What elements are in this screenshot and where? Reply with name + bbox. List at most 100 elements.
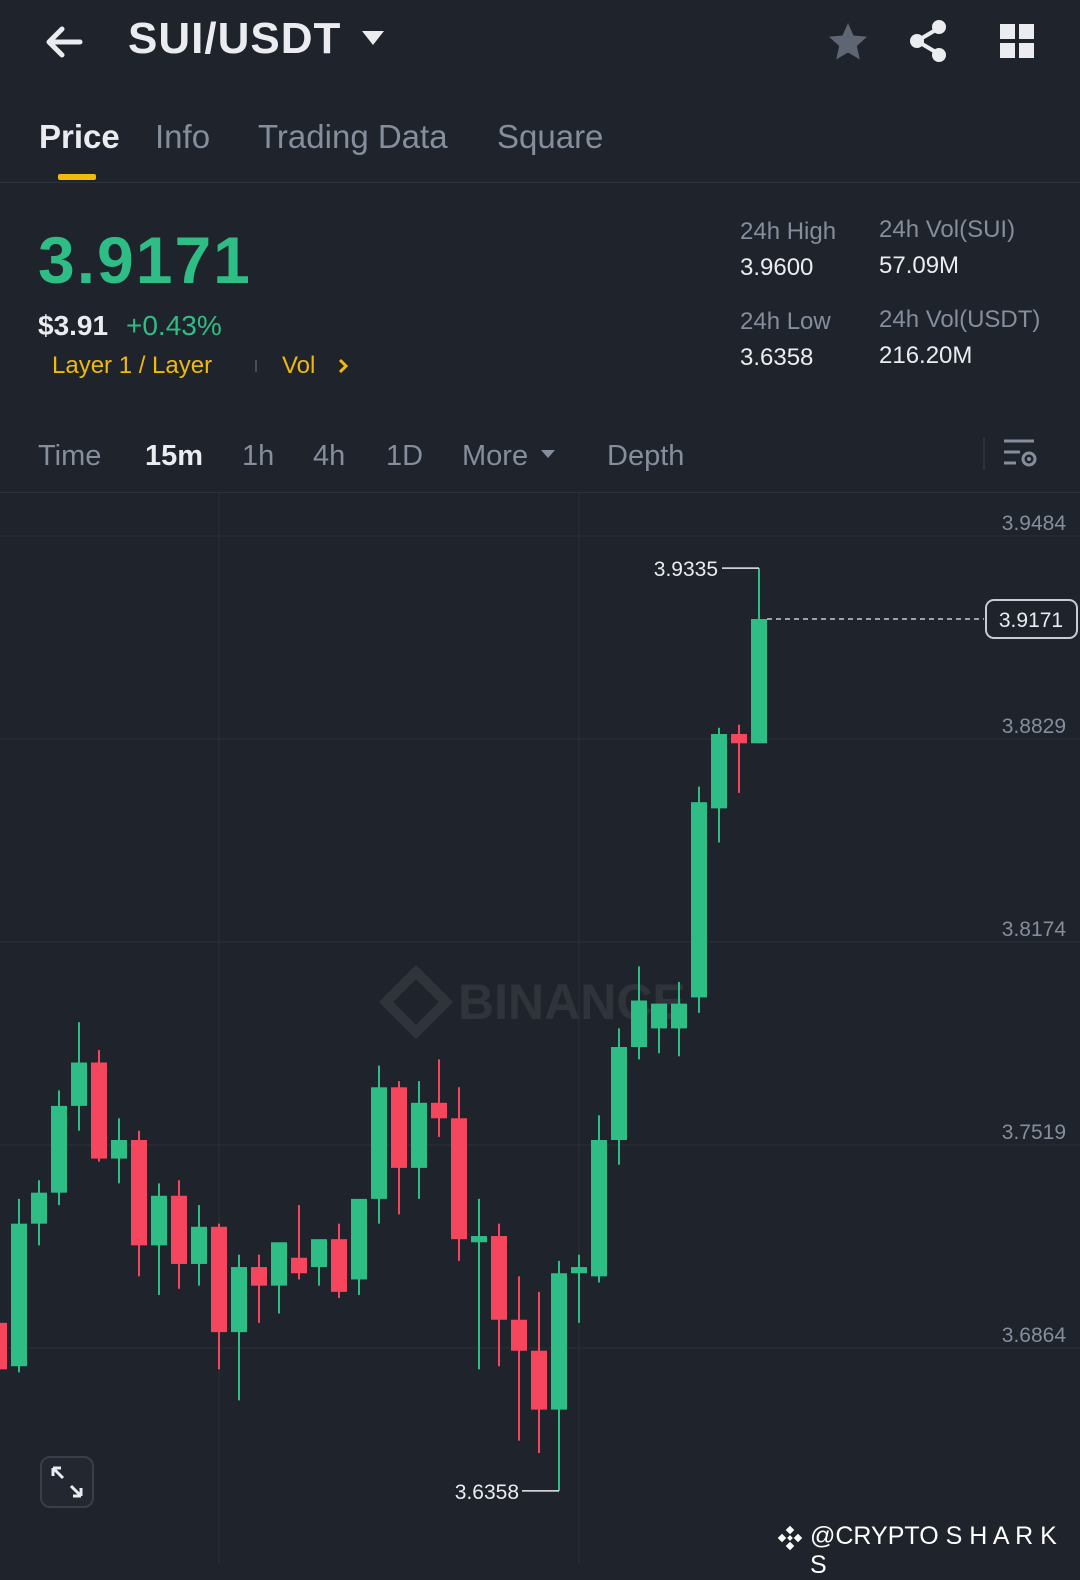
candle-body — [251, 1267, 267, 1286]
high-label: 24h High — [740, 218, 837, 245]
candle — [711, 727, 727, 843]
candle-body — [11, 1223, 27, 1367]
candle-body — [591, 1139, 607, 1277]
vol-quote-value: 216.20M — [879, 342, 973, 369]
candle-body — [491, 1236, 507, 1320]
candle — [531, 1291, 547, 1454]
candle-body — [411, 1102, 427, 1168]
timeframe-divider — [983, 438, 985, 470]
candle — [211, 1223, 227, 1370]
candle-body — [131, 1139, 147, 1246]
price-change: +0.43% — [126, 310, 222, 341]
tf-time[interactable]: Time — [38, 440, 101, 473]
chevron-down-icon[interactable] — [360, 28, 386, 48]
candle — [731, 724, 747, 793]
candle — [431, 1059, 447, 1137]
chart-settings-icon[interactable] — [1000, 436, 1040, 472]
candle-body — [711, 733, 727, 809]
candle — [371, 1065, 387, 1224]
candle — [131, 1130, 147, 1277]
caret-down-icon[interactable] — [540, 448, 556, 460]
candle — [391, 1081, 407, 1215]
chevron-right-icon[interactable] — [337, 358, 349, 374]
candle-body — [111, 1139, 127, 1159]
candle-body — [311, 1239, 327, 1268]
tf-1d[interactable]: 1D — [386, 440, 423, 473]
tab-info[interactable]: Info — [155, 118, 210, 156]
y-axis-label: 3.7519 — [1002, 1121, 1066, 1144]
grid-icon[interactable] — [998, 22, 1036, 60]
candle-body — [471, 1236, 487, 1243]
candle-body — [751, 619, 767, 744]
usd-price: $3.91 — [38, 310, 109, 341]
low-label: 24h Low — [740, 308, 831, 335]
candle-body — [731, 733, 747, 744]
tab-square[interactable]: Square — [497, 118, 603, 156]
candle-body — [351, 1198, 367, 1280]
candle — [491, 1223, 507, 1367]
candle-body — [271, 1242, 287, 1286]
candle-body — [631, 1000, 647, 1048]
candle-body — [451, 1118, 467, 1240]
candle — [551, 1260, 567, 1491]
tab-bar: Price Info Trading Data Square — [0, 100, 1080, 183]
tf-more[interactable]: More — [462, 440, 528, 473]
vol-link[interactable]: Vol — [282, 352, 315, 380]
candle — [291, 1205, 307, 1280]
candle-body — [331, 1239, 347, 1292]
candlestick-chart[interactable]: BINANCE 3.9484 3.8829 3.8174 3.7519 3.6864 3.… — [0, 492, 1080, 1563]
min-price-label: 3.6358 — [455, 1481, 519, 1504]
fullscreen-button[interactable] — [40, 1456, 94, 1508]
candle-body — [391, 1087, 407, 1168]
star-icon[interactable] — [826, 20, 870, 64]
candle — [751, 568, 767, 744]
candle-body — [531, 1350, 547, 1410]
candle — [51, 1090, 67, 1206]
candle-body — [691, 802, 707, 998]
candle-body — [571, 1267, 587, 1274]
back-arrow-icon[interactable] — [40, 18, 88, 66]
category-tag[interactable]: Layer 1 / Layer — [52, 352, 212, 380]
tf-depth[interactable]: Depth — [607, 440, 684, 473]
candle — [591, 1115, 607, 1283]
candle — [691, 786, 707, 1013]
candle — [271, 1242, 287, 1314]
tf-15m[interactable]: 15m — [145, 440, 203, 473]
candle — [351, 1198, 367, 1295]
max-price-label: 3.9335 — [654, 558, 718, 581]
candle — [111, 1118, 127, 1184]
pair-title[interactable]: SUI/USDT — [128, 14, 341, 64]
candle-body — [231, 1267, 247, 1333]
tf-1h[interactable]: 1h — [242, 440, 274, 473]
tag-divider — [255, 360, 257, 372]
candle-body — [511, 1319, 527, 1351]
tab-trading-data[interactable]: Trading Data — [258, 118, 448, 156]
candle-body — [71, 1062, 87, 1106]
candle — [151, 1183, 167, 1295]
y-axis-label: 3.9484 — [1002, 512, 1067, 535]
candle-body — [611, 1047, 627, 1140]
candle — [191, 1205, 207, 1286]
candle-body — [291, 1257, 307, 1274]
low-value: 3.6358 — [740, 344, 814, 371]
chart-canvas[interactable]: BINANCE 3.94843.88293.81743.75193.68643.… — [0, 492, 1080, 1563]
candle — [11, 1198, 27, 1373]
credit-watermark: @CRYPTO S H A R K S — [810, 1522, 1057, 1579]
candle-body — [171, 1195, 187, 1264]
y-axis-label: 3.8174 — [1002, 918, 1067, 941]
candle-body — [51, 1105, 67, 1193]
share-icon[interactable] — [906, 18, 950, 64]
y-axis-label: 3.6864 — [1002, 1324, 1067, 1347]
candle — [251, 1254, 267, 1323]
candle-body — [211, 1226, 227, 1333]
tf-4h[interactable]: 4h — [313, 440, 345, 473]
candle-body — [151, 1195, 167, 1246]
tab-price[interactable]: Price — [39, 118, 120, 156]
vol-quote-label: 24h Vol(USDT) — [879, 306, 1041, 333]
candle — [451, 1087, 467, 1261]
top-bar: SUI/USDT — [0, 0, 1080, 88]
candle — [571, 1254, 587, 1323]
active-tab-indicator — [58, 174, 96, 180]
binance-watermark-logo — [378, 964, 454, 1040]
candle — [71, 1022, 87, 1131]
